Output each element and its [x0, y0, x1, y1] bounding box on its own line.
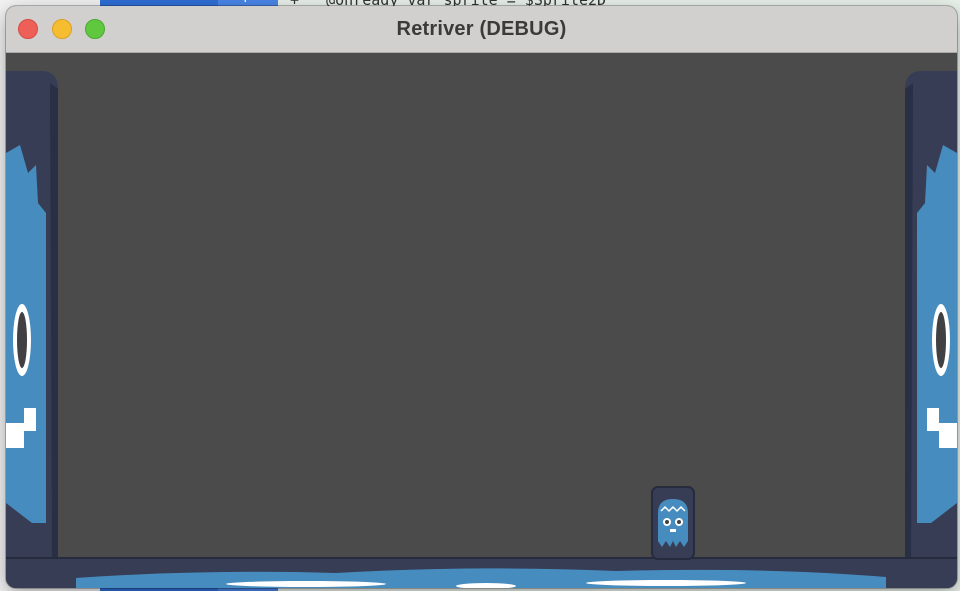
game-window: Retriver (DEBUG) [6, 6, 957, 588]
close-window-button[interactable] [18, 19, 38, 39]
floor [6, 557, 957, 588]
maximize-window-button[interactable] [85, 19, 105, 39]
right-wall [905, 71, 957, 561]
game-viewport[interactable] [6, 53, 957, 588]
game-scene [6, 71, 957, 588]
player-sprite-godot-robot-icon [651, 486, 695, 560]
minimize-window-button[interactable] [52, 19, 72, 39]
window-titlebar[interactable]: Retriver (DEBUG) [6, 6, 957, 53]
left-wall [6, 71, 58, 561]
window-title: Retriver (DEBUG) [396, 17, 567, 40]
